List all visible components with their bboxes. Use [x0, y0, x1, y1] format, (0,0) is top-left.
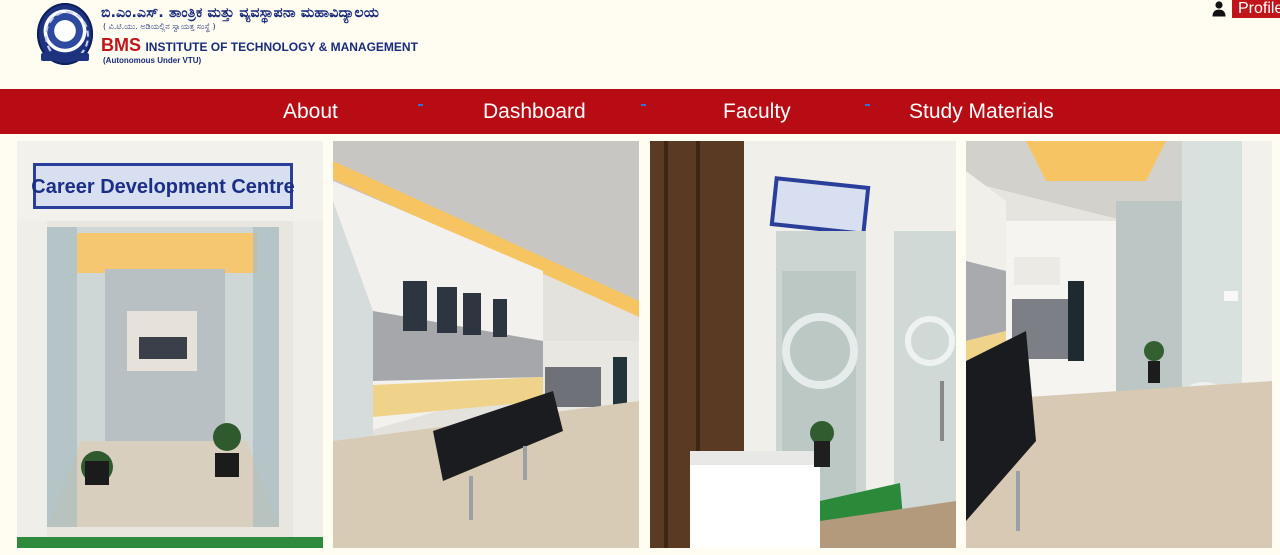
nav-separator [641, 104, 646, 106]
user-icon[interactable] [1212, 1, 1226, 17]
seal-banner [41, 53, 89, 61]
nav-separator [865, 104, 870, 106]
gallery-image-door[interactable] [650, 141, 956, 548]
entrance-photo: Career Development Centre [17, 141, 323, 548]
sign-text: Career Development Centre [31, 176, 294, 198]
nav-about[interactable]: About [283, 89, 338, 134]
english-title-rest: INSTITUTE OF TECHNOLOGY & MANAGEMENT [145, 40, 418, 54]
institute-logo[interactable] [37, 3, 93, 65]
profile-button[interactable]: Profile [1232, 0, 1280, 18]
lounge-photo [333, 141, 639, 548]
profile-menu[interactable]: Profile [1212, 0, 1280, 18]
english-title-bms: BMS [101, 35, 141, 55]
gallery-image-entrance[interactable]: Career Development Centre [17, 141, 323, 548]
nav-dashboard[interactable]: Dashboard [483, 89, 586, 134]
door-photo [650, 141, 956, 548]
main-nav: About Dashboard Faculty Study Materials [0, 89, 1280, 134]
gallery-image-lounge[interactable] [333, 141, 639, 548]
nav-study-materials[interactable]: Study Materials [909, 89, 1054, 134]
english-subtitle: (Autonomous Under VTU) [103, 56, 202, 65]
gallery-image-corridor[interactable] [966, 141, 1272, 548]
nav-faculty[interactable]: Faculty [723, 89, 791, 134]
institute-name: ಬಿ.ಎಂ.ಎಸ್. ತಾಂತ್ರಿಕ ಮತ್ತು ವ್ಯವಸ್ಥಾಪನಾ ಮಹ… [101, 4, 421, 66]
english-title: BMS INSTITUTE OF TECHNOLOGY & MANAGEMENT [101, 36, 421, 56]
corridor-photo [966, 141, 1272, 548]
kannada-subtitle: ( ವಿ.ಟಿ.ಯು. ಅಡಿಯಲ್ಲಿನ ಸ್ವಾಯತ್ತ ಸಂಸ್ಥೆ ) [103, 22, 216, 31]
nav-separator [418, 104, 423, 106]
site-header: ಬಿ.ಎಂ.ಎಸ್. ತಾಂತ್ರಿಕ ಮತ್ತು ವ್ಯವಸ್ಥಾಪನಾ ಮಹ… [0, 0, 1280, 89]
kannada-title: ಬಿ.ಎಂ.ಎಸ್. ತಾಂತ್ರಿಕ ಮತ್ತು ವ್ಯವಸ್ಥಾಪನಾ ಮಹ… [101, 5, 380, 21]
